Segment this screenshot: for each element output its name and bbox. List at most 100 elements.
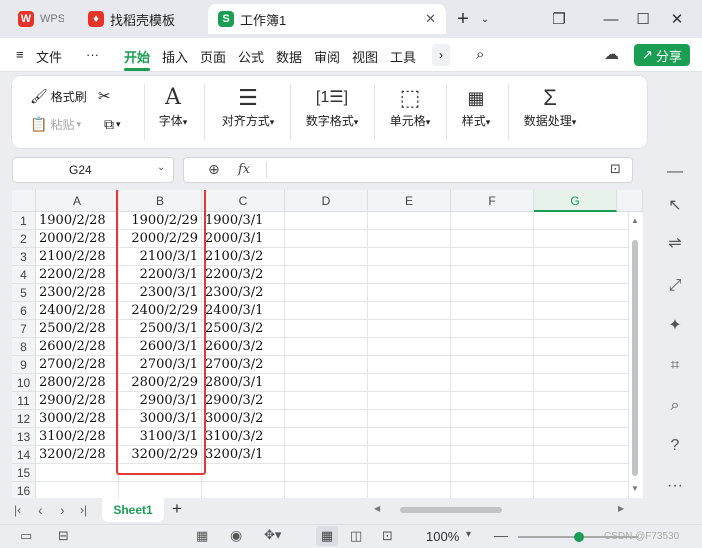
- column-header-f[interactable]: F: [451, 190, 534, 212]
- row-header[interactable]: 15: [12, 464, 36, 482]
- column-header-d[interactable]: D: [285, 190, 368, 212]
- zoom-out-icon[interactable]: —: [494, 527, 508, 543]
- cell-empty[interactable]: [285, 482, 368, 498]
- cell-empty[interactable]: [368, 356, 451, 374]
- formula-input[interactable]: [274, 162, 594, 178]
- cell-empty[interactable]: [451, 212, 534, 230]
- expand-formula-icon[interactable]: ⊡: [610, 161, 621, 177]
- column-header-c[interactable]: C: [202, 190, 285, 212]
- menu-insert[interactable]: 插入: [162, 47, 188, 66]
- cell-a9[interactable]: 2700/2/28: [36, 356, 119, 374]
- select-all-corner[interactable]: [12, 190, 36, 212]
- column-header-a[interactable]: A: [36, 190, 119, 212]
- tab-docer-templates[interactable]: ♦ 找稻壳模板: [78, 4, 200, 34]
- row-header[interactable]: 11: [12, 392, 36, 410]
- cells-button[interactable]: ⬚ 单元格▾: [382, 84, 438, 129]
- cell-empty[interactable]: [451, 446, 534, 464]
- zoom-level[interactable]: 100%: [426, 529, 459, 544]
- chart-icon[interactable]: ⌗: [663, 354, 687, 378]
- zoom-formula-icon[interactable]: ⊕: [208, 161, 220, 178]
- cell-empty[interactable]: [368, 374, 451, 392]
- cell-empty[interactable]: [534, 446, 629, 464]
- scroll-right-icon[interactable]: ▶: [618, 504, 624, 513]
- cell-empty[interactable]: [534, 392, 629, 410]
- scroll-down-icon[interactable]: ▼: [631, 484, 639, 493]
- cell-empty[interactable]: [451, 230, 534, 248]
- function-icon[interactable]: fx: [238, 162, 250, 177]
- page-break-icon[interactable]: ⊡: [382, 528, 393, 544]
- next-sheet-icon[interactable]: ›: [60, 502, 65, 518]
- cell-empty[interactable]: [285, 446, 368, 464]
- row-header[interactable]: 12: [12, 410, 36, 428]
- menu-home[interactable]: 开始: [124, 47, 150, 66]
- add-sheet-icon[interactable]: +: [172, 499, 182, 519]
- cell-empty[interactable]: [451, 284, 534, 302]
- scroll-left-icon[interactable]: ◀: [374, 504, 380, 513]
- spelling-icon[interactable]: ⊟: [58, 528, 69, 544]
- cell-a8[interactable]: 2600/2/28: [36, 338, 119, 356]
- cell-empty[interactable]: [451, 320, 534, 338]
- cell-empty[interactable]: [368, 302, 451, 320]
- cell-empty[interactable]: [534, 302, 629, 320]
- cell-empty[interactable]: [285, 230, 368, 248]
- more-options-icon[interactable]: ···: [663, 474, 687, 498]
- cell-empty[interactable]: [451, 248, 534, 266]
- cell-c9[interactable]: 2700/3/2: [202, 356, 285, 374]
- cell-c15[interactable]: [202, 464, 285, 482]
- cell-empty[interactable]: [451, 266, 534, 284]
- cell-empty[interactable]: [534, 356, 629, 374]
- cell-empty[interactable]: [534, 266, 629, 284]
- cell-a11[interactable]: 2900/2/28: [36, 392, 119, 410]
- crosshair-icon[interactable]: ✥▾: [264, 527, 281, 543]
- column-header-e[interactable]: E: [368, 190, 451, 212]
- cell-empty[interactable]: [285, 338, 368, 356]
- cell-empty[interactable]: [285, 374, 368, 392]
- cell-empty[interactable]: [285, 266, 368, 284]
- cell-empty[interactable]: [534, 464, 629, 482]
- cell-c1[interactable]: 1900/3/1: [202, 212, 285, 230]
- font-button[interactable]: A 字体▾: [152, 84, 194, 129]
- data-processing-button[interactable]: Σ 数据处理▾: [516, 84, 584, 129]
- cell-a2[interactable]: 2000/2/28: [36, 230, 119, 248]
- cell-empty[interactable]: [451, 428, 534, 446]
- cell-empty[interactable]: [534, 410, 629, 428]
- cell-c5[interactable]: 2300/3/2: [202, 284, 285, 302]
- table-icon[interactable]: ▦: [196, 528, 208, 544]
- eye-protection-icon[interactable]: ◉: [230, 527, 242, 544]
- cell-a3[interactable]: 2100/2/28: [36, 248, 119, 266]
- row-header[interactable]: 7: [12, 320, 36, 338]
- close-window-icon[interactable]: ✕: [666, 8, 688, 30]
- horizontal-scrollbar[interactable]: ◀ ▶: [374, 503, 630, 517]
- cell-a1[interactable]: 1900/2/28: [36, 212, 119, 230]
- new-tab-icon[interactable]: +: [452, 8, 474, 30]
- tools-icon[interactable]: ✦: [663, 314, 687, 338]
- column-header-g[interactable]: G: [534, 190, 617, 212]
- cell-empty[interactable]: [451, 338, 534, 356]
- row-header[interactable]: 8: [12, 338, 36, 356]
- cell-empty[interactable]: [534, 320, 629, 338]
- cell-empty[interactable]: [368, 482, 451, 498]
- hscrollbar-thumb[interactable]: [400, 507, 502, 513]
- cell-empty[interactable]: [451, 356, 534, 374]
- row-header[interactable]: 10: [12, 374, 36, 392]
- cell-empty[interactable]: [534, 338, 629, 356]
- alignment-button[interactable]: ☰ 对齐方式▾: [212, 84, 284, 129]
- cell-a7[interactable]: 2500/2/28: [36, 320, 119, 338]
- menu-page[interactable]: 页面: [200, 47, 226, 66]
- scroll-up-icon[interactable]: ▲: [631, 216, 639, 225]
- row-header[interactable]: 4: [12, 266, 36, 284]
- cell-a13[interactable]: 3100/2/28: [36, 428, 119, 446]
- menu-more[interactable]: ···: [86, 47, 99, 62]
- cell-empty[interactable]: [368, 284, 451, 302]
- menu-scroll-right-icon[interactable]: ›: [432, 44, 450, 66]
- macro-record-icon[interactable]: ▭: [20, 528, 32, 544]
- cell-a10[interactable]: 2800/2/28: [36, 374, 119, 392]
- number-format-button[interactable]: [1☰] 数字格式▾: [298, 84, 366, 129]
- style-button[interactable]: ▦ 样式▾: [454, 84, 498, 129]
- cell-empty[interactable]: [285, 356, 368, 374]
- zoom-dropdown-icon[interactable]: ▾: [466, 529, 471, 540]
- chevron-down-icon[interactable]: ⌄: [157, 162, 165, 173]
- cell-empty[interactable]: [285, 248, 368, 266]
- cell-empty[interactable]: [368, 320, 451, 338]
- cell-b16[interactable]: [119, 482, 202, 498]
